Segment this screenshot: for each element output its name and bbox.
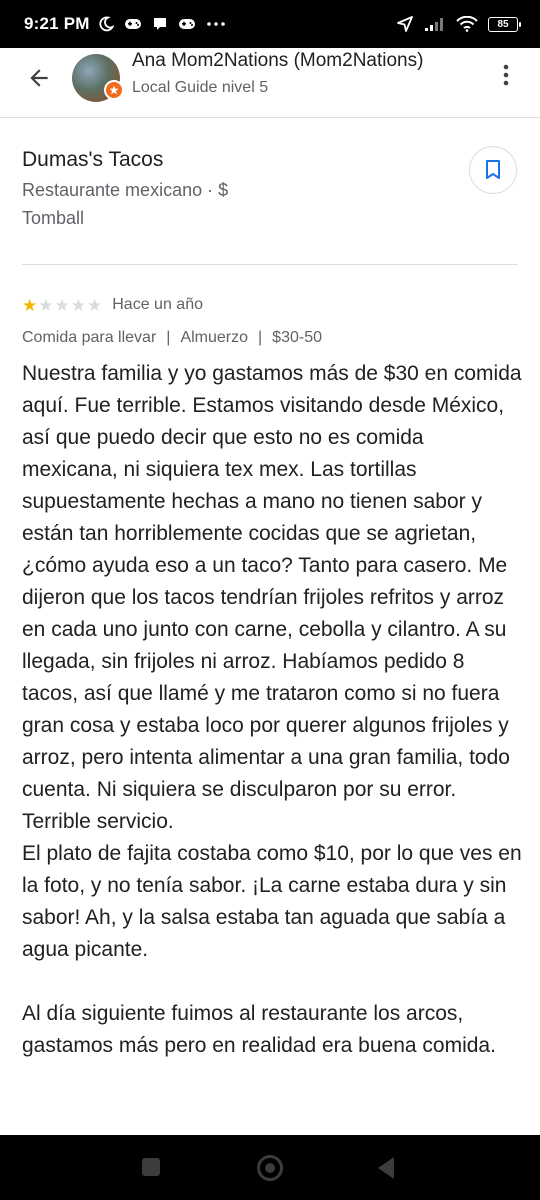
arrow-back-icon <box>30 69 48 87</box>
rating-row: ★ ★ ★ ★ ★ Hace un año <box>22 294 203 316</box>
section-divider <box>22 264 518 265</box>
back-button[interactable] <box>22 61 56 95</box>
home-button[interactable] <box>257 1155 283 1181</box>
place-name[interactable]: Dumas's Tacos <box>22 148 518 172</box>
save-place-button[interactable] <box>469 146 517 194</box>
more-notifications-icon <box>206 22 225 26</box>
more-options-button[interactable] <box>494 58 518 92</box>
gamepad-icon <box>124 19 141 29</box>
place-info[interactable]: Dumas's Tacos Restaurante mexicano · $ T… <box>22 148 518 229</box>
reviewer-header: Ana Mom2Nations (Mom2Nations) Local Guid… <box>0 48 540 118</box>
star-empty-icon: ★ <box>38 295 54 315</box>
meta-service: Comida para llevar <box>22 329 157 346</box>
reviewer-name[interactable]: Ana Mom2Nations (Mom2Nations) <box>132 50 423 72</box>
local-guide-badge-icon <box>104 80 124 100</box>
meta-meal: Almuerzo <box>180 329 249 346</box>
gamepad-icon <box>178 19 195 29</box>
star-empty-icon: ★ <box>54 295 70 315</box>
review-paragraph: El plato de fajita costaba como $10, por… <box>22 842 522 961</box>
battery-level: 85 <box>497 18 509 30</box>
moon-icon <box>99 16 114 32</box>
review-screen: Ana Mom2Nations (Mom2Nations) Local Guid… <box>0 48 540 1135</box>
review-paragraph: Nuestra familia y yo gastamos más de $30… <box>22 362 522 833</box>
review-meta: Comida para llevar | Almuerzo | $30-50 <box>22 329 322 347</box>
notification-icons <box>98 16 226 32</box>
battery-icon: 85 <box>488 16 521 32</box>
recents-button[interactable] <box>142 1158 160 1176</box>
meta-price: $30-50 <box>272 329 322 346</box>
review-text: Nuestra familia y yo gastamos más de $30… <box>22 358 522 1062</box>
location-arrow-icon <box>397 16 413 32</box>
status-bar: 9:21 PM 85 <box>0 0 540 48</box>
system-back-button[interactable] <box>378 1157 394 1179</box>
place-type: Restaurante mexicano · $ <box>22 180 229 200</box>
more-vert-icon <box>503 64 509 86</box>
star-rating: ★ ★ ★ ★ ★ <box>22 297 102 314</box>
reviewer-level: Local Guide nivel 5 <box>132 79 269 96</box>
system-nav-bar <box>0 1135 540 1200</box>
star-filled-icon: ★ <box>22 295 38 315</box>
review-time: Hace un año <box>112 296 203 313</box>
chat-bubble-icon <box>153 18 166 30</box>
status-time: 9:21 PM <box>24 14 90 33</box>
system-icons: 85 <box>396 15 521 33</box>
star-empty-icon: ★ <box>70 295 86 315</box>
cell-signal-icon <box>425 18 443 31</box>
wifi-icon <box>456 16 478 32</box>
place-city: Tomball <box>22 208 85 228</box>
meta-separator: | <box>258 329 263 346</box>
review-paragraph: Al día siguiente fuimos al restaurante l… <box>22 1002 496 1057</box>
star-empty-icon: ★ <box>87 295 103 315</box>
bookmark-icon <box>486 160 500 179</box>
meta-separator: | <box>166 329 171 346</box>
